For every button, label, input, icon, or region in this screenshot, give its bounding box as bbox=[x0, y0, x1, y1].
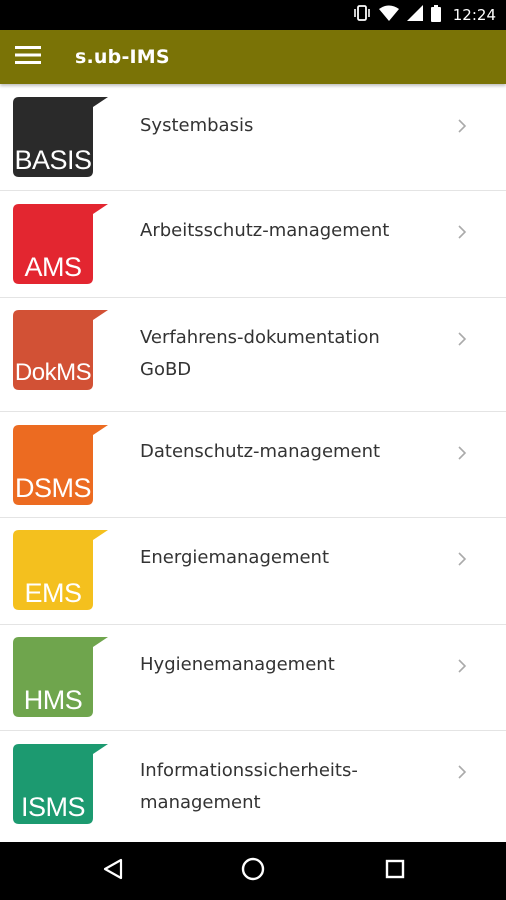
battery-icon bbox=[430, 4, 441, 26]
chevron-right-icon bbox=[455, 551, 469, 566]
wifi-icon bbox=[378, 5, 399, 25]
recents-icon bbox=[385, 859, 405, 883]
hms-logo: HMS bbox=[13, 637, 108, 717]
ams-logo: AMS bbox=[13, 204, 108, 284]
vibrate-icon bbox=[353, 5, 371, 25]
home-icon bbox=[241, 857, 265, 885]
list-item-ems[interactable]: EMS Energiemanagement bbox=[0, 518, 506, 625]
signal-icon bbox=[406, 5, 423, 25]
item-label: Energiemanagement bbox=[140, 547, 330, 568]
list-item-ams[interactable]: AMS Arbeitsschutz-management bbox=[0, 191, 506, 298]
app-bar: s.ub-IMS bbox=[0, 30, 506, 84]
hamburger-menu-icon bbox=[15, 45, 41, 69]
status-icons: 12:24 bbox=[353, 0, 496, 30]
list-item-hms[interactable]: HMS Hygienemanagement bbox=[0, 625, 506, 731]
chevron-right-icon bbox=[455, 331, 469, 346]
dokms-logo: DokMS bbox=[13, 310, 108, 390]
chevron-right-icon bbox=[455, 658, 469, 673]
item-label: Arbeitsschutz-management bbox=[140, 220, 390, 241]
list-item-dsms[interactable]: DSMS Datenschutz-management bbox=[0, 412, 506, 518]
list-item-basis[interactable]: BASIS Systembasis bbox=[0, 85, 506, 191]
ems-logo: EMS bbox=[13, 530, 108, 610]
item-label: Systembasis bbox=[140, 115, 254, 136]
back-button[interactable] bbox=[78, 842, 148, 900]
item-label: Hygienemanagement bbox=[140, 654, 335, 675]
isms-logo: ISMS bbox=[13, 744, 108, 824]
home-button[interactable] bbox=[218, 842, 288, 900]
list-item-dokms[interactable]: DokMS Verfahrens-dokumentation GoBD bbox=[0, 298, 506, 412]
app-title: s.ub-IMS bbox=[75, 46, 170, 68]
chevron-right-icon bbox=[455, 445, 469, 460]
basis-logo: BASIS bbox=[13, 97, 108, 177]
module-list: BASIS Systembasis AMS Arbeitsschutz-mana… bbox=[0, 85, 506, 843]
status-time: 12:24 bbox=[452, 6, 496, 24]
back-icon bbox=[102, 858, 124, 884]
item-label: Informationssicherheits-management bbox=[140, 760, 358, 813]
list-item-isms[interactable]: ISMS Informationssicherheits-management bbox=[0, 731, 506, 843]
chevron-right-icon bbox=[455, 224, 469, 239]
item-label: Datenschutz-management bbox=[140, 441, 381, 462]
item-label: Verfahrens-dokumentation GoBD bbox=[140, 327, 380, 380]
chevron-right-icon bbox=[455, 764, 469, 779]
status-bar: 12:24 bbox=[0, 0, 506, 30]
dsms-logo: DSMS bbox=[13, 425, 108, 505]
recents-button[interactable] bbox=[360, 842, 430, 900]
system-nav-bar bbox=[0, 842, 506, 900]
menu-button[interactable] bbox=[6, 35, 50, 79]
chevron-right-icon bbox=[455, 118, 469, 133]
